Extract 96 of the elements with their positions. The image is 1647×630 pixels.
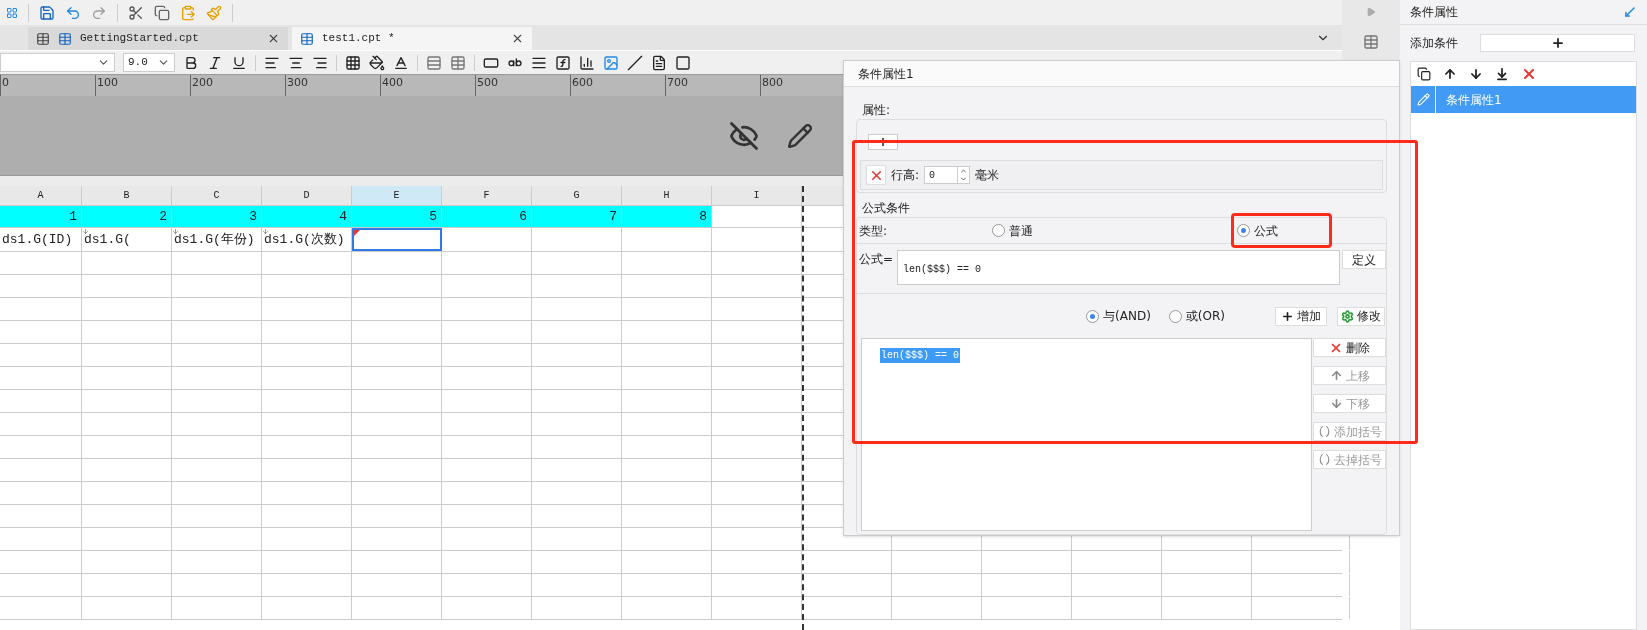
radio-label: 公式 [1254, 222, 1278, 240]
chart-icon[interactable] [579, 54, 595, 71]
gear-icon [1341, 309, 1354, 323]
arrow-up-icon[interactable] [1443, 67, 1457, 81]
copy-icon[interactable] [1417, 67, 1431, 81]
italic-icon[interactable] [207, 54, 223, 71]
plus-icon [1281, 309, 1294, 323]
report-icon [300, 31, 314, 46]
field-label: 公式= [859, 251, 894, 268]
split-icon[interactable] [450, 54, 466, 71]
column-header[interactable]: H [663, 188, 670, 203]
ruler-label: 600 [571, 75, 593, 91]
document-icon[interactable] [651, 54, 667, 71]
modify-button[interactable]: 修改 [1337, 306, 1385, 326]
ruler-label: 800 [761, 75, 783, 91]
ruler-label: 200 [191, 75, 213, 91]
underline-icon[interactable] [231, 54, 247, 71]
formula-icon[interactable] [555, 54, 571, 71]
font-size-field[interactable]: 9.0 [123, 53, 175, 72]
close-icon[interactable] [511, 32, 524, 45]
table-cell-text: 2 [159, 207, 167, 226]
edit-icon[interactable] [787, 122, 813, 149]
fill-icon[interactable] [369, 54, 385, 71]
table-cell-text: 6 [519, 207, 527, 226]
parentheses-icon [1317, 425, 1331, 438]
ruler-label: 100 [96, 75, 118, 91]
table-cell-text: 5 [429, 207, 437, 226]
parentheses-icon [1317, 453, 1331, 466]
section-label: 公式条件 [862, 200, 911, 217]
panel-title: 条件属性 [1410, 4, 1458, 21]
side-button[interactable]: 删除 [1313, 338, 1386, 357]
section-label: 属性: [862, 102, 892, 119]
radio-button[interactable] [1086, 309, 1100, 323]
close-icon[interactable] [267, 32, 280, 45]
merge-icon[interactable] [426, 54, 442, 71]
unit-label: 毫米 [975, 167, 1000, 184]
document-tab[interactable]: GettingStarted.cpt [28, 27, 288, 50]
column-header[interactable]: B [123, 188, 130, 203]
column-header[interactable]: I [753, 188, 760, 203]
radio-label: 普通 [1009, 222, 1033, 240]
ruler-label: 500 [476, 75, 498, 91]
radio-label: 与(AND) [1103, 308, 1151, 325]
table-cell-text: ds1.G(ID) [2, 230, 73, 249]
table-cell-text: ds1.G(次数) [264, 230, 345, 249]
ruler-label: 0 [1, 75, 9, 91]
save-icon[interactable] [39, 4, 55, 21]
plus-icon [1550, 36, 1565, 50]
undo-icon[interactable] [65, 4, 81, 21]
table-cell-text: 1 [69, 207, 77, 226]
edit-icon [1416, 93, 1430, 106]
table-icon [36, 31, 50, 46]
radio-button[interactable] [1237, 224, 1250, 237]
ruler-label: 400 [381, 75, 403, 91]
delete-icon[interactable] [1521, 66, 1537, 82]
column-header[interactable]: G [573, 188, 580, 203]
cut-icon[interactable] [128, 4, 144, 21]
border-icon[interactable] [345, 54, 361, 71]
column-header[interactable]: A [37, 188, 44, 203]
remove-button[interactable] [866, 165, 886, 185]
arrow-down-icon [1329, 397, 1343, 410]
column-header[interactable]: C [213, 188, 220, 203]
document-tab[interactable]: test1.cpt * [292, 27, 532, 50]
radio-button[interactable] [992, 224, 1005, 237]
arrow-down-icon[interactable] [1469, 67, 1483, 81]
arrow-up-icon [1329, 369, 1343, 382]
formula-field[interactable]: len($$$) == 0 [897, 250, 1340, 285]
table-cell-text: ds1.G(年份) [174, 230, 255, 249]
panel-icon[interactable] [1363, 34, 1379, 50]
collapse-icon[interactable] [1623, 5, 1637, 19]
field-label: 类型: [859, 222, 888, 240]
define-button[interactable]: 定义 [1342, 250, 1386, 269]
hide-icon[interactable] [729, 120, 759, 151]
table-cell-text: 7 [609, 207, 617, 226]
table-cell-text: ds1.G( [84, 230, 131, 249]
table-cell-text: 4 [339, 207, 347, 226]
radio-label: 或(OR) [1185, 308, 1225, 325]
frame-icon[interactable] [675, 54, 691, 71]
radio-button[interactable] [1168, 309, 1182, 323]
field-label: 行高: [891, 167, 920, 184]
dialog-title: 条件属性1 [858, 65, 914, 83]
table-cell-text: 3 [249, 207, 257, 226]
column-header[interactable]: E [393, 188, 400, 203]
table-cell-text: 8 [699, 207, 707, 226]
ruler-label: 700 [666, 75, 688, 91]
font-name-field[interactable] [0, 53, 115, 72]
column-header[interactable]: F [483, 188, 490, 203]
ruler-label: 300 [286, 75, 308, 91]
field-label: 添加条件 [1410, 35, 1458, 52]
bold-icon[interactable] [183, 54, 199, 71]
column-header[interactable]: D [303, 188, 310, 203]
report-icon [58, 31, 72, 46]
font-color-icon[interactable] [393, 54, 409, 71]
add-button[interactable]: 增加 [1275, 306, 1327, 326]
slash-icon[interactable] [627, 54, 643, 71]
move-bottom-icon[interactable] [1495, 67, 1509, 81]
image-icon[interactable] [603, 54, 619, 71]
